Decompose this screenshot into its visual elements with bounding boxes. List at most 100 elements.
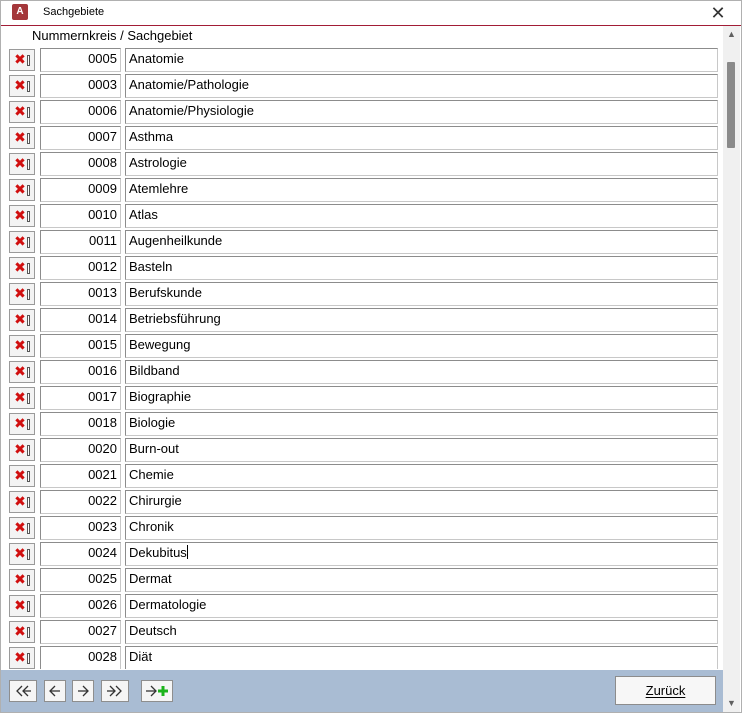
number-field[interactable]: 0021 [40, 464, 121, 488]
delete-record-button[interactable]: ✖ [9, 153, 35, 175]
number-field[interactable]: 0022 [40, 490, 121, 514]
subject-field[interactable]: Bewegung [125, 334, 718, 358]
vertical-scrollbar[interactable]: ▲ ▼ [723, 26, 740, 712]
subject-text: Burn-out [129, 441, 179, 456]
number-field[interactable]: 0024 [40, 542, 121, 566]
delete-record-button[interactable]: ✖ [9, 439, 35, 461]
delete-record-icon: ✖ [14, 494, 26, 510]
delete-record-button[interactable]: ✖ [9, 257, 35, 279]
scroll-up-icon[interactable]: ▲ [723, 26, 740, 43]
number-field[interactable]: 0028 [40, 646, 121, 669]
subject-field[interactable]: Deutsch [125, 620, 718, 644]
new-record-button[interactable] [141, 680, 173, 702]
number-field[interactable]: 0023 [40, 516, 121, 540]
number-field[interactable]: 0014 [40, 308, 121, 332]
number-field[interactable]: 0016 [40, 360, 121, 384]
number-field[interactable]: 0006 [40, 100, 121, 124]
number-field[interactable]: 0026 [40, 594, 121, 618]
text-caret [186, 545, 188, 559]
scroll-down-icon[interactable]: ▼ [723, 695, 740, 712]
subject-field[interactable]: Asthma [125, 126, 718, 150]
number-field[interactable]: 0025 [40, 568, 121, 592]
subject-field[interactable]: Dekubitus [125, 542, 718, 566]
delete-record-button[interactable]: ✖ [9, 517, 35, 539]
subject-text: Berufskunde [129, 285, 202, 300]
delete-record-icon: ✖ [14, 286, 26, 302]
delete-record-icon: ✖ [14, 546, 26, 562]
subject-field[interactable]: Anatomie/Pathologie [125, 74, 718, 98]
subject-field[interactable]: Atemlehre [125, 178, 718, 202]
subject-field[interactable]: Augenheilkunde [125, 230, 718, 254]
record-marker-icon [26, 366, 30, 378]
subject-field[interactable]: Atlas [125, 204, 718, 228]
delete-record-button[interactable]: ✖ [9, 309, 35, 331]
delete-record-button[interactable]: ✖ [9, 569, 35, 591]
delete-record-button[interactable]: ✖ [9, 283, 35, 305]
delete-record-icon: ✖ [14, 624, 26, 640]
delete-record-button[interactable]: ✖ [9, 465, 35, 487]
record-row: ✖ 0025 Dermat [1, 567, 723, 593]
subject-field[interactable]: Astrologie [125, 152, 718, 176]
number-field[interactable]: 0013 [40, 282, 121, 306]
subject-field[interactable]: Dermat [125, 568, 718, 592]
record-marker-icon [26, 236, 30, 248]
subject-field[interactable]: Chronik [125, 516, 718, 540]
subject-field[interactable]: Chirurgie [125, 490, 718, 514]
delete-record-button[interactable]: ✖ [9, 361, 35, 383]
delete-record-button[interactable]: ✖ [9, 127, 35, 149]
delete-record-button[interactable]: ✖ [9, 75, 35, 97]
number-field[interactable]: 0008 [40, 152, 121, 176]
delete-record-button[interactable]: ✖ [9, 595, 35, 617]
delete-record-button[interactable]: ✖ [9, 621, 35, 643]
delete-record-button[interactable]: ✖ [9, 335, 35, 357]
number-field[interactable]: 0015 [40, 334, 121, 358]
record-marker-icon [26, 158, 30, 170]
delete-record-button[interactable]: ✖ [9, 387, 35, 409]
subject-text: Dekubitus [129, 545, 187, 560]
number-field[interactable]: 0018 [40, 412, 121, 436]
delete-record-button[interactable]: ✖ [9, 101, 35, 123]
delete-record-button[interactable]: ✖ [9, 179, 35, 201]
subject-field[interactable]: Burn-out [125, 438, 718, 462]
subject-field[interactable]: Basteln [125, 256, 718, 280]
back-button[interactable]: Zurück [615, 676, 716, 705]
last-record-button[interactable] [101, 680, 129, 702]
delete-record-button[interactable]: ✖ [9, 231, 35, 253]
subject-field[interactable]: Biologie [125, 412, 718, 436]
number-field[interactable]: 0010 [40, 204, 121, 228]
delete-record-button[interactable]: ✖ [9, 647, 35, 669]
subject-field[interactable]: Biographie [125, 386, 718, 410]
record-marker-icon [26, 210, 30, 222]
first-record-button[interactable] [9, 680, 37, 702]
number-field[interactable]: 0027 [40, 620, 121, 644]
number-field[interactable]: 0005 [40, 48, 121, 72]
subject-field[interactable]: Anatomie/Physiologie [125, 100, 718, 124]
number-field[interactable]: 0017 [40, 386, 121, 410]
subject-text: Basteln [129, 259, 173, 274]
delete-record-button[interactable]: ✖ [9, 49, 35, 71]
delete-record-icon: ✖ [14, 572, 26, 588]
delete-record-button[interactable]: ✖ [9, 205, 35, 227]
number-field[interactable]: 0020 [40, 438, 121, 462]
next-record-button[interactable] [72, 680, 94, 702]
subject-field[interactable]: Chemie [125, 464, 718, 488]
subject-field[interactable]: Dermatologie [125, 594, 718, 618]
subject-field[interactable]: Berufskunde [125, 282, 718, 306]
scroll-thumb[interactable] [727, 62, 735, 148]
number-field[interactable]: 0011 [40, 230, 121, 254]
close-button[interactable]: ✕ [703, 2, 733, 24]
number-field[interactable]: 0012 [40, 256, 121, 280]
number-field[interactable]: 0007 [40, 126, 121, 150]
delete-record-icon: ✖ [14, 156, 26, 172]
subject-field[interactable]: Anatomie [125, 48, 718, 72]
delete-record-button[interactable]: ✖ [9, 413, 35, 435]
number-field[interactable]: 0009 [40, 178, 121, 202]
number-field[interactable]: 0003 [40, 74, 121, 98]
subject-field[interactable]: Diät [125, 646, 718, 669]
delete-record-button[interactable]: ✖ [9, 543, 35, 565]
subject-field[interactable]: Bildband [125, 360, 718, 384]
subject-field[interactable]: Betriebsführung [125, 308, 718, 332]
delete-record-icon: ✖ [14, 312, 26, 328]
delete-record-button[interactable]: ✖ [9, 491, 35, 513]
previous-record-button[interactable] [44, 680, 66, 702]
